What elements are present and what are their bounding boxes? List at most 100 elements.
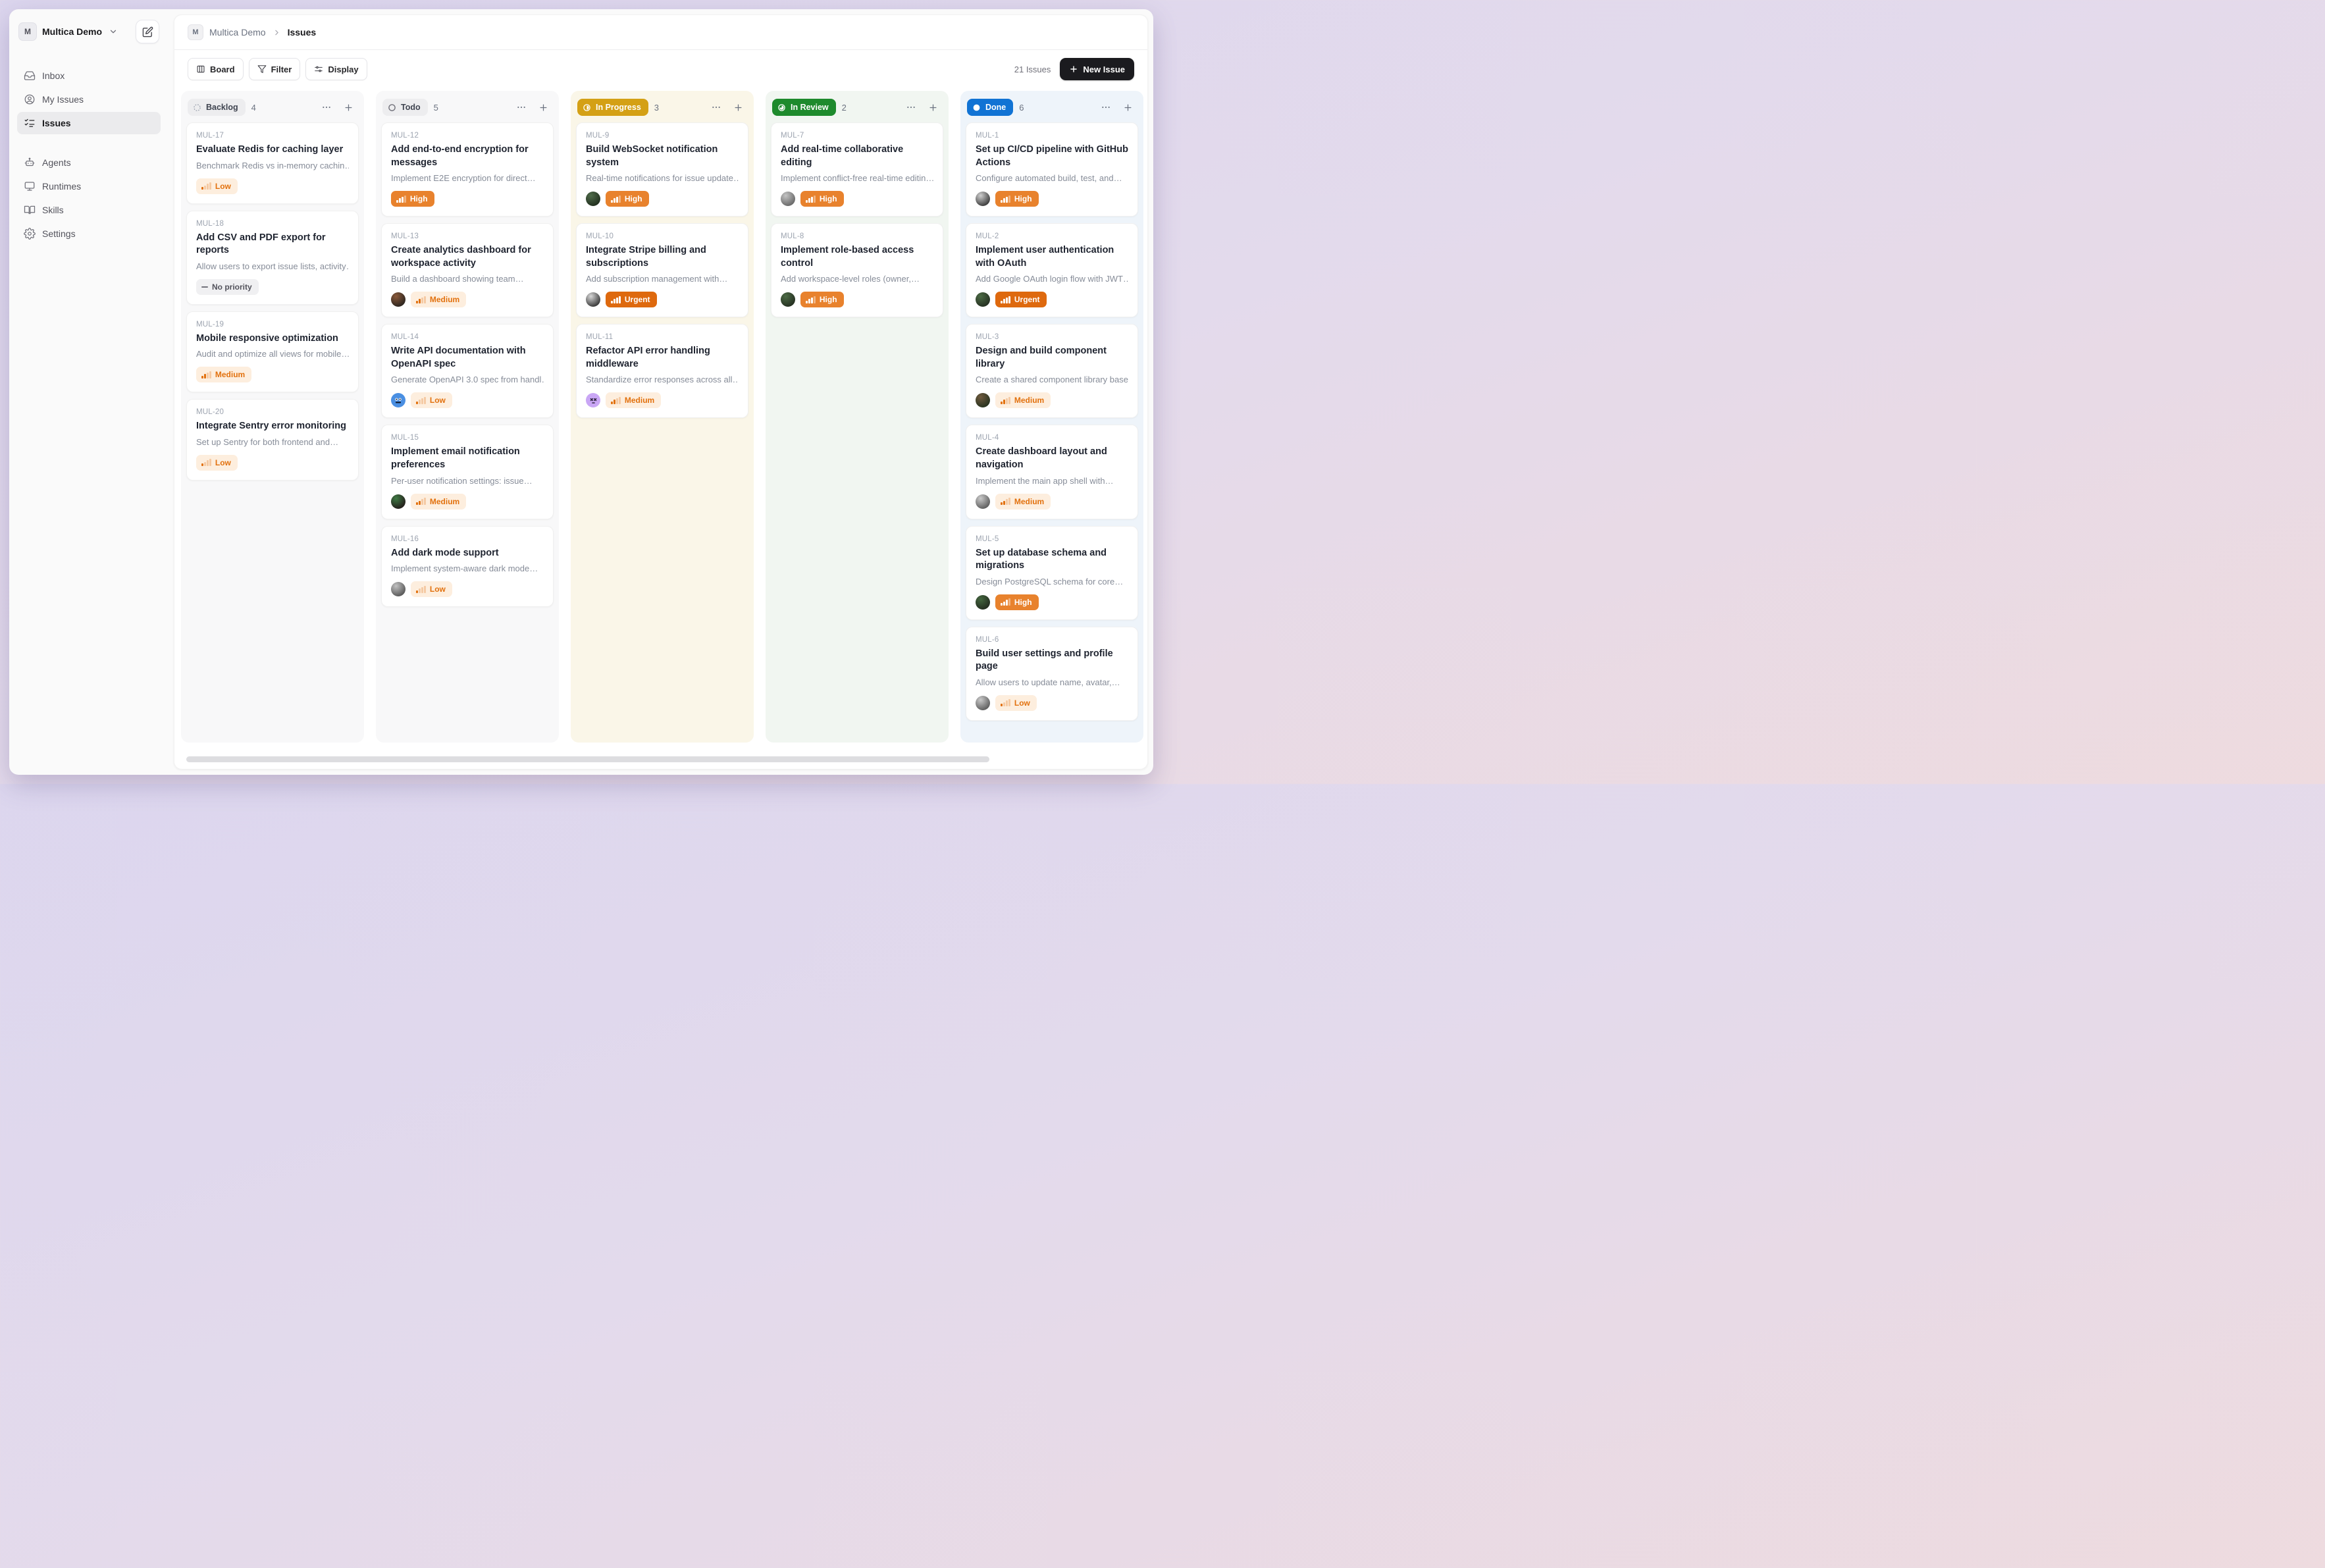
robot-icon (24, 157, 36, 169)
priority-badge: Low (196, 178, 238, 194)
filter-button[interactable]: Filter (249, 58, 301, 80)
issue-description: Implement E2E encryption for direct… (391, 173, 544, 183)
issue-card[interactable]: MUL-18Add CSV and PDF export for reports… (186, 211, 359, 305)
priority-bars-icon (416, 498, 426, 505)
issue-card[interactable]: MUL-10Integrate Stripe billing and subsc… (576, 223, 748, 317)
breadcrumb-workspace-avatar: M (188, 24, 203, 40)
status-pill-in-progress: In Progress (577, 99, 648, 116)
sidebar-item-settings[interactable]: Settings (17, 222, 161, 245)
priority-badge: High (391, 191, 434, 207)
issue-title: Add dark mode support (391, 547, 544, 560)
issue-card[interactable]: MUL-17Evaluate Redis for caching layerBe… (186, 122, 359, 204)
priority-bars-icon (201, 459, 211, 466)
column-more-button[interactable] (319, 99, 334, 115)
column-header: In Progress3 (576, 96, 748, 118)
horizontal-scrollbar-thumb[interactable] (186, 756, 989, 762)
issue-card[interactable]: MUL-5Set up database schema and migratio… (966, 526, 1138, 620)
priority-label: Low (1014, 698, 1030, 708)
inbox-icon (24, 70, 36, 82)
issue-title: Refactor API error handling middleware (586, 345, 739, 371)
nav-secondary: AgentsRuntimesSkillsSettings (17, 151, 161, 245)
issue-card-footer: High (391, 191, 544, 207)
board-columns-icon (196, 65, 205, 74)
sidebar-item-agents[interactable]: Agents (17, 151, 161, 174)
priority-bars-icon (611, 397, 621, 404)
issue-title: Build WebSocket notification system (586, 144, 739, 169)
column-add-button[interactable] (535, 99, 551, 115)
issue-card[interactable]: MUL-19Mobile responsive optimizationAudi… (186, 311, 359, 393)
assignee-avatar (391, 292, 405, 307)
filled-circle-icon (972, 103, 981, 112)
priority-label: Medium (430, 295, 459, 304)
issue-id: MUL-15 (391, 434, 544, 442)
issue-card[interactable]: MUL-2Implement user authentication with … (966, 223, 1138, 317)
priority-badge: High (800, 292, 844, 307)
priority-bars-icon (611, 196, 621, 203)
new-issue-button[interactable]: New Issue (1060, 58, 1134, 80)
main-panel: M Multica Demo Issues BoardFilterDisplay… (174, 14, 1148, 770)
issue-description: Set up Sentry for both frontend and… (196, 437, 349, 447)
issue-description: Implement conflict-free real-time editin… (781, 173, 933, 183)
column-count: 6 (1019, 103, 1024, 113)
sidebar-item-issues[interactable]: Issues (17, 112, 161, 134)
issue-card[interactable]: MUL-13Create analytics dashboard for wor… (381, 223, 554, 317)
issue-card[interactable]: MUL-14Write API documentation with OpenA… (381, 324, 554, 418)
assignee-avatar (586, 192, 600, 206)
issue-card[interactable]: MUL-6Build user settings and profile pag… (966, 627, 1138, 721)
issue-card[interactable]: MUL-1Set up CI/CD pipeline with GitHub A… (966, 122, 1138, 217)
issue-card[interactable]: MUL-4Create dashboard layout and navigat… (966, 425, 1138, 519)
issue-card[interactable]: MUL-20Integrate Sentry error monitoringS… (186, 399, 359, 481)
compose-button[interactable] (136, 20, 159, 43)
priority-label: High (1014, 598, 1032, 607)
issue-card[interactable]: MUL-15Implement email notification prefe… (381, 425, 554, 519)
priority-bars-icon (1001, 397, 1010, 404)
issue-id: MUL-4 (976, 434, 1128, 442)
column-header: In Review2 (771, 96, 943, 118)
issue-card[interactable]: MUL-8Implement role-based access control… (771, 223, 943, 317)
display-button[interactable]: Display (305, 58, 367, 80)
priority-bars-icon (1001, 196, 1010, 203)
column-more-button[interactable] (513, 99, 529, 115)
issue-card[interactable]: MUL-9Build WebSocket notification system… (576, 122, 748, 217)
workspace-switcher[interactable]: M Multica Demo (17, 18, 161, 45)
priority-bars-icon (806, 196, 816, 203)
issue-card[interactable]: MUL-16Add dark mode supportImplement sys… (381, 526, 554, 608)
column-add-button[interactable] (730, 99, 746, 115)
priority-bars-icon (201, 371, 211, 379)
column-cards: MUL-7Add real-time collaborative editing… (771, 122, 943, 317)
assignee-avatar (781, 292, 795, 307)
column-add-button[interactable] (1120, 99, 1136, 115)
issue-card[interactable]: MUL-3Design and build component libraryC… (966, 324, 1138, 418)
issue-id: MUL-11 (586, 333, 739, 341)
column-cards: MUL-9Build WebSocket notification system… (576, 122, 748, 418)
status-pill-backlog: Backlog (188, 99, 246, 116)
breadcrumb-workspace-link[interactable]: Multica Demo (209, 27, 266, 38)
chevron-down-icon (109, 27, 118, 36)
column-more-button[interactable] (1098, 99, 1114, 115)
column-add-button[interactable] (925, 99, 941, 115)
board-button[interactable]: Board (188, 58, 244, 80)
issue-card[interactable]: MUL-11 Refactor API error handling middle… (576, 324, 748, 418)
issue-id: MUL-14 (391, 333, 544, 341)
issue-id: MUL-5 (976, 535, 1128, 543)
toolbar: BoardFilterDisplay 21 Issues New Issue (174, 50, 1147, 88)
issue-card[interactable]: MUL-7Add real-time collaborative editing… (771, 122, 943, 217)
priority-badge: No priority (196, 279, 259, 295)
gear-icon (24, 228, 36, 240)
column-more-button[interactable] (708, 99, 724, 115)
workspace-avatar: M (18, 22, 37, 41)
column-more-button[interactable] (903, 99, 919, 115)
sidebar-item-runtimes[interactable]: Runtimes (17, 175, 161, 197)
priority-badge: High (995, 191, 1039, 207)
issue-description: Standardize error responses across all… (586, 375, 739, 384)
issue-card[interactable]: MUL-12Add end-to-end encryption for mess… (381, 122, 554, 217)
sidebar-item-my-issues[interactable]: My Issues (17, 88, 161, 111)
column-done: Done6MUL-1Set up CI/CD pipeline with Git… (960, 91, 1143, 743)
sidebar-item-inbox[interactable]: Inbox (17, 65, 161, 87)
issue-title: Integrate Stripe billing and subscriptio… (586, 244, 739, 270)
issue-id: MUL-16 (391, 535, 544, 543)
sidebar-item-skills[interactable]: Skills (17, 199, 161, 221)
column-add-button[interactable] (340, 99, 356, 115)
column-in-progress: In Progress3 MUL-9Build WebSocket notific… (571, 91, 754, 743)
issue-id: MUL-18 (196, 220, 349, 228)
